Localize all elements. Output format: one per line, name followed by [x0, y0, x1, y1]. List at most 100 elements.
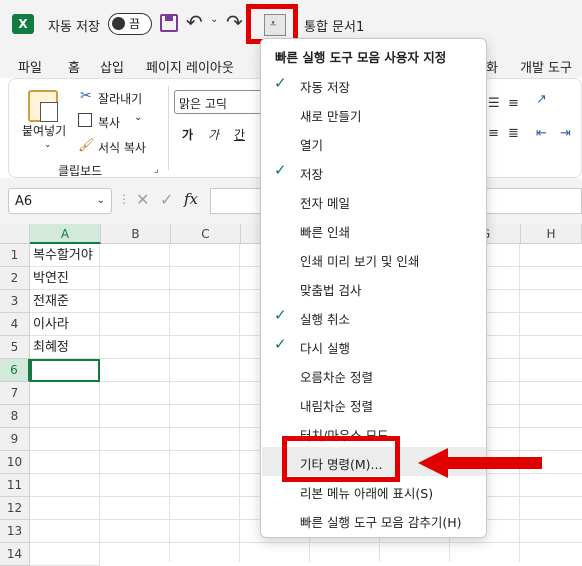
- menu-item-8[interactable]: ✓ 실행 취소: [262, 302, 486, 331]
- autosave-state: 끔: [129, 17, 141, 31]
- cell-a14[interactable]: [30, 543, 100, 566]
- undo-dropdown-icon[interactable]: ⌄: [210, 14, 218, 25]
- menu-item-0[interactable]: ✓ 자동 저장: [262, 70, 486, 99]
- row-header-6[interactable]: 6: [0, 359, 30, 382]
- cut-button[interactable]: 잘라내기: [98, 90, 142, 107]
- menu-item-1[interactable]: 새로 만들기: [262, 99, 486, 128]
- row-header-11[interactable]: 11: [0, 474, 30, 497]
- tab-home[interactable]: 홈: [68, 57, 80, 82]
- menu-item-5[interactable]: 빠른 인쇄: [262, 215, 486, 244]
- menu-item-label: 리본 메뉴 아래에 표시(S): [300, 486, 434, 501]
- copy-button[interactable]: 복사: [98, 114, 120, 131]
- cell-a1[interactable]: 복수할거야: [30, 244, 100, 267]
- format-painter-icon[interactable]: 🖌: [78, 138, 95, 153]
- row-header-14[interactable]: 14: [0, 543, 30, 566]
- tab-developer[interactable]: 개발 도구: [520, 57, 572, 76]
- column-header-c[interactable]: C: [171, 224, 241, 244]
- menu-item-label: 내림차순 정렬: [300, 399, 373, 414]
- row-header-2[interactable]: 2: [0, 267, 30, 290]
- row-header-12[interactable]: 12: [0, 497, 30, 520]
- menu-item-9[interactable]: ✓ 다시 실행: [262, 331, 486, 360]
- paste-icon[interactable]: [28, 90, 58, 122]
- align-center-icon[interactable]: ☰: [488, 96, 500, 111]
- scissors-icon[interactable]: ✂: [80, 88, 92, 104]
- row-header-7[interactable]: 7: [0, 382, 30, 405]
- name-box[interactable]: A6 ⌄: [8, 188, 112, 214]
- row-header-3[interactable]: 3: [0, 290, 30, 313]
- orientation-icon[interactable]: ↗: [536, 92, 547, 107]
- align-right-icon[interactable]: ≣: [508, 126, 519, 141]
- undo-icon[interactable]: ↶: [186, 10, 203, 34]
- chevron-down-icon[interactable]: ⌄: [97, 195, 105, 206]
- cell-a2[interactable]: 박연진: [30, 267, 100, 290]
- font-name-select[interactable]: 맑은 고딕: [174, 90, 262, 114]
- tab-partial[interactable]: 화: [486, 57, 498, 76]
- menu-item-4[interactable]: 전자 메일: [262, 186, 486, 215]
- red-arrow-icon: [418, 448, 542, 478]
- row-header-4[interactable]: 4: [0, 313, 30, 336]
- row-header-10[interactable]: 10: [0, 451, 30, 474]
- row-header-9[interactable]: 9: [0, 428, 30, 451]
- menu-item-label: 열기: [300, 138, 324, 153]
- italic-button[interactable]: 가: [208, 126, 219, 143]
- autosave-label: 자동 저장: [48, 20, 100, 35]
- paste-label[interactable]: 붙여넣기: [22, 122, 66, 139]
- cell-a6[interactable]: [30, 359, 100, 382]
- copy-icon[interactable]: [78, 113, 92, 127]
- redo-icon[interactable]: ↷: [226, 10, 243, 34]
- clipboard-group-label: 클립보드: [58, 164, 103, 178]
- cell-a5[interactable]: 최혜정: [30, 336, 100, 359]
- underline-button[interactable]: 간: [234, 126, 245, 143]
- ribbon-divider: [168, 86, 169, 170]
- cell-a8[interactable]: [30, 405, 100, 428]
- tab-file[interactable]: 파일: [18, 57, 42, 76]
- align-center-text-icon[interactable]: ≡: [488, 126, 499, 141]
- menu-item-2[interactable]: 열기: [262, 128, 486, 157]
- copy-dropdown-icon[interactable]: ⌄: [134, 112, 142, 123]
- row-header-1[interactable]: 1: [0, 244, 30, 267]
- menu-item-10[interactable]: 오름차순 정렬: [262, 360, 486, 389]
- cell-a4[interactable]: 이사라: [30, 313, 100, 336]
- format-painter-button[interactable]: 서식 복사: [98, 139, 146, 156]
- tab-insert[interactable]: 삽입: [100, 57, 124, 76]
- cell-a7[interactable]: [30, 382, 100, 405]
- row-header-8[interactable]: 8: [0, 405, 30, 428]
- menu-item-label: 다시 실행: [300, 341, 350, 356]
- select-all-corner[interactable]: [0, 224, 30, 244]
- menu-item-label: 인쇄 미리 보기 및 인쇄: [300, 254, 420, 269]
- insert-function-icon[interactable]: fx: [184, 190, 198, 208]
- more-icon: ⋮: [118, 192, 130, 206]
- toggle-knob: [112, 17, 125, 30]
- row-header-13[interactable]: 13: [0, 520, 30, 543]
- menu-item-label: 저장: [300, 167, 324, 182]
- menu-item-11[interactable]: 내림차순 정렬: [262, 389, 486, 418]
- dialog-launcher-icon[interactable]: ⌟: [154, 164, 159, 175]
- column-header-h[interactable]: H: [521, 224, 582, 244]
- document-title: 통합 문서1: [304, 20, 365, 35]
- cell-a9[interactable]: [30, 428, 100, 451]
- increase-indent-icon[interactable]: ⇥: [560, 126, 571, 141]
- autosave-toggle[interactable]: 끔: [108, 13, 152, 35]
- cell-a11[interactable]: [30, 474, 100, 497]
- cell-a10[interactable]: [30, 451, 100, 474]
- align-middle-icon[interactable]: ≡: [508, 96, 519, 111]
- paste-dropdown-icon[interactable]: ⌄: [44, 140, 52, 150]
- row-header-5[interactable]: 5: [0, 336, 30, 359]
- column-header-b[interactable]: B: [101, 224, 171, 244]
- decrease-indent-icon[interactable]: ⇤: [536, 126, 547, 141]
- cancel-icon[interactable]: ✕: [136, 190, 149, 209]
- tab-page-layout[interactable]: 페이지 레이아웃: [146, 57, 234, 76]
- bold-button[interactable]: 가: [182, 126, 193, 143]
- menu-item-7[interactable]: 맞춤법 검사: [262, 273, 486, 302]
- menu-item-3[interactable]: ✓ 저장: [262, 157, 486, 186]
- enter-icon[interactable]: ✓: [160, 190, 173, 209]
- cell-a3[interactable]: 전재준: [30, 290, 100, 313]
- cell-a12[interactable]: [30, 497, 100, 520]
- column-header-a[interactable]: A: [30, 224, 101, 244]
- menu-item-label: 맞춤법 검사: [300, 283, 362, 298]
- cell-a13[interactable]: [30, 520, 100, 543]
- excel-logo-icon: X: [12, 14, 34, 34]
- menu-item-6[interactable]: 인쇄 미리 보기 및 인쇄: [262, 244, 486, 273]
- menu-item-15[interactable]: 빠른 실행 도구 모음 감추기(H): [262, 505, 486, 534]
- save-icon[interactable]: [160, 14, 178, 32]
